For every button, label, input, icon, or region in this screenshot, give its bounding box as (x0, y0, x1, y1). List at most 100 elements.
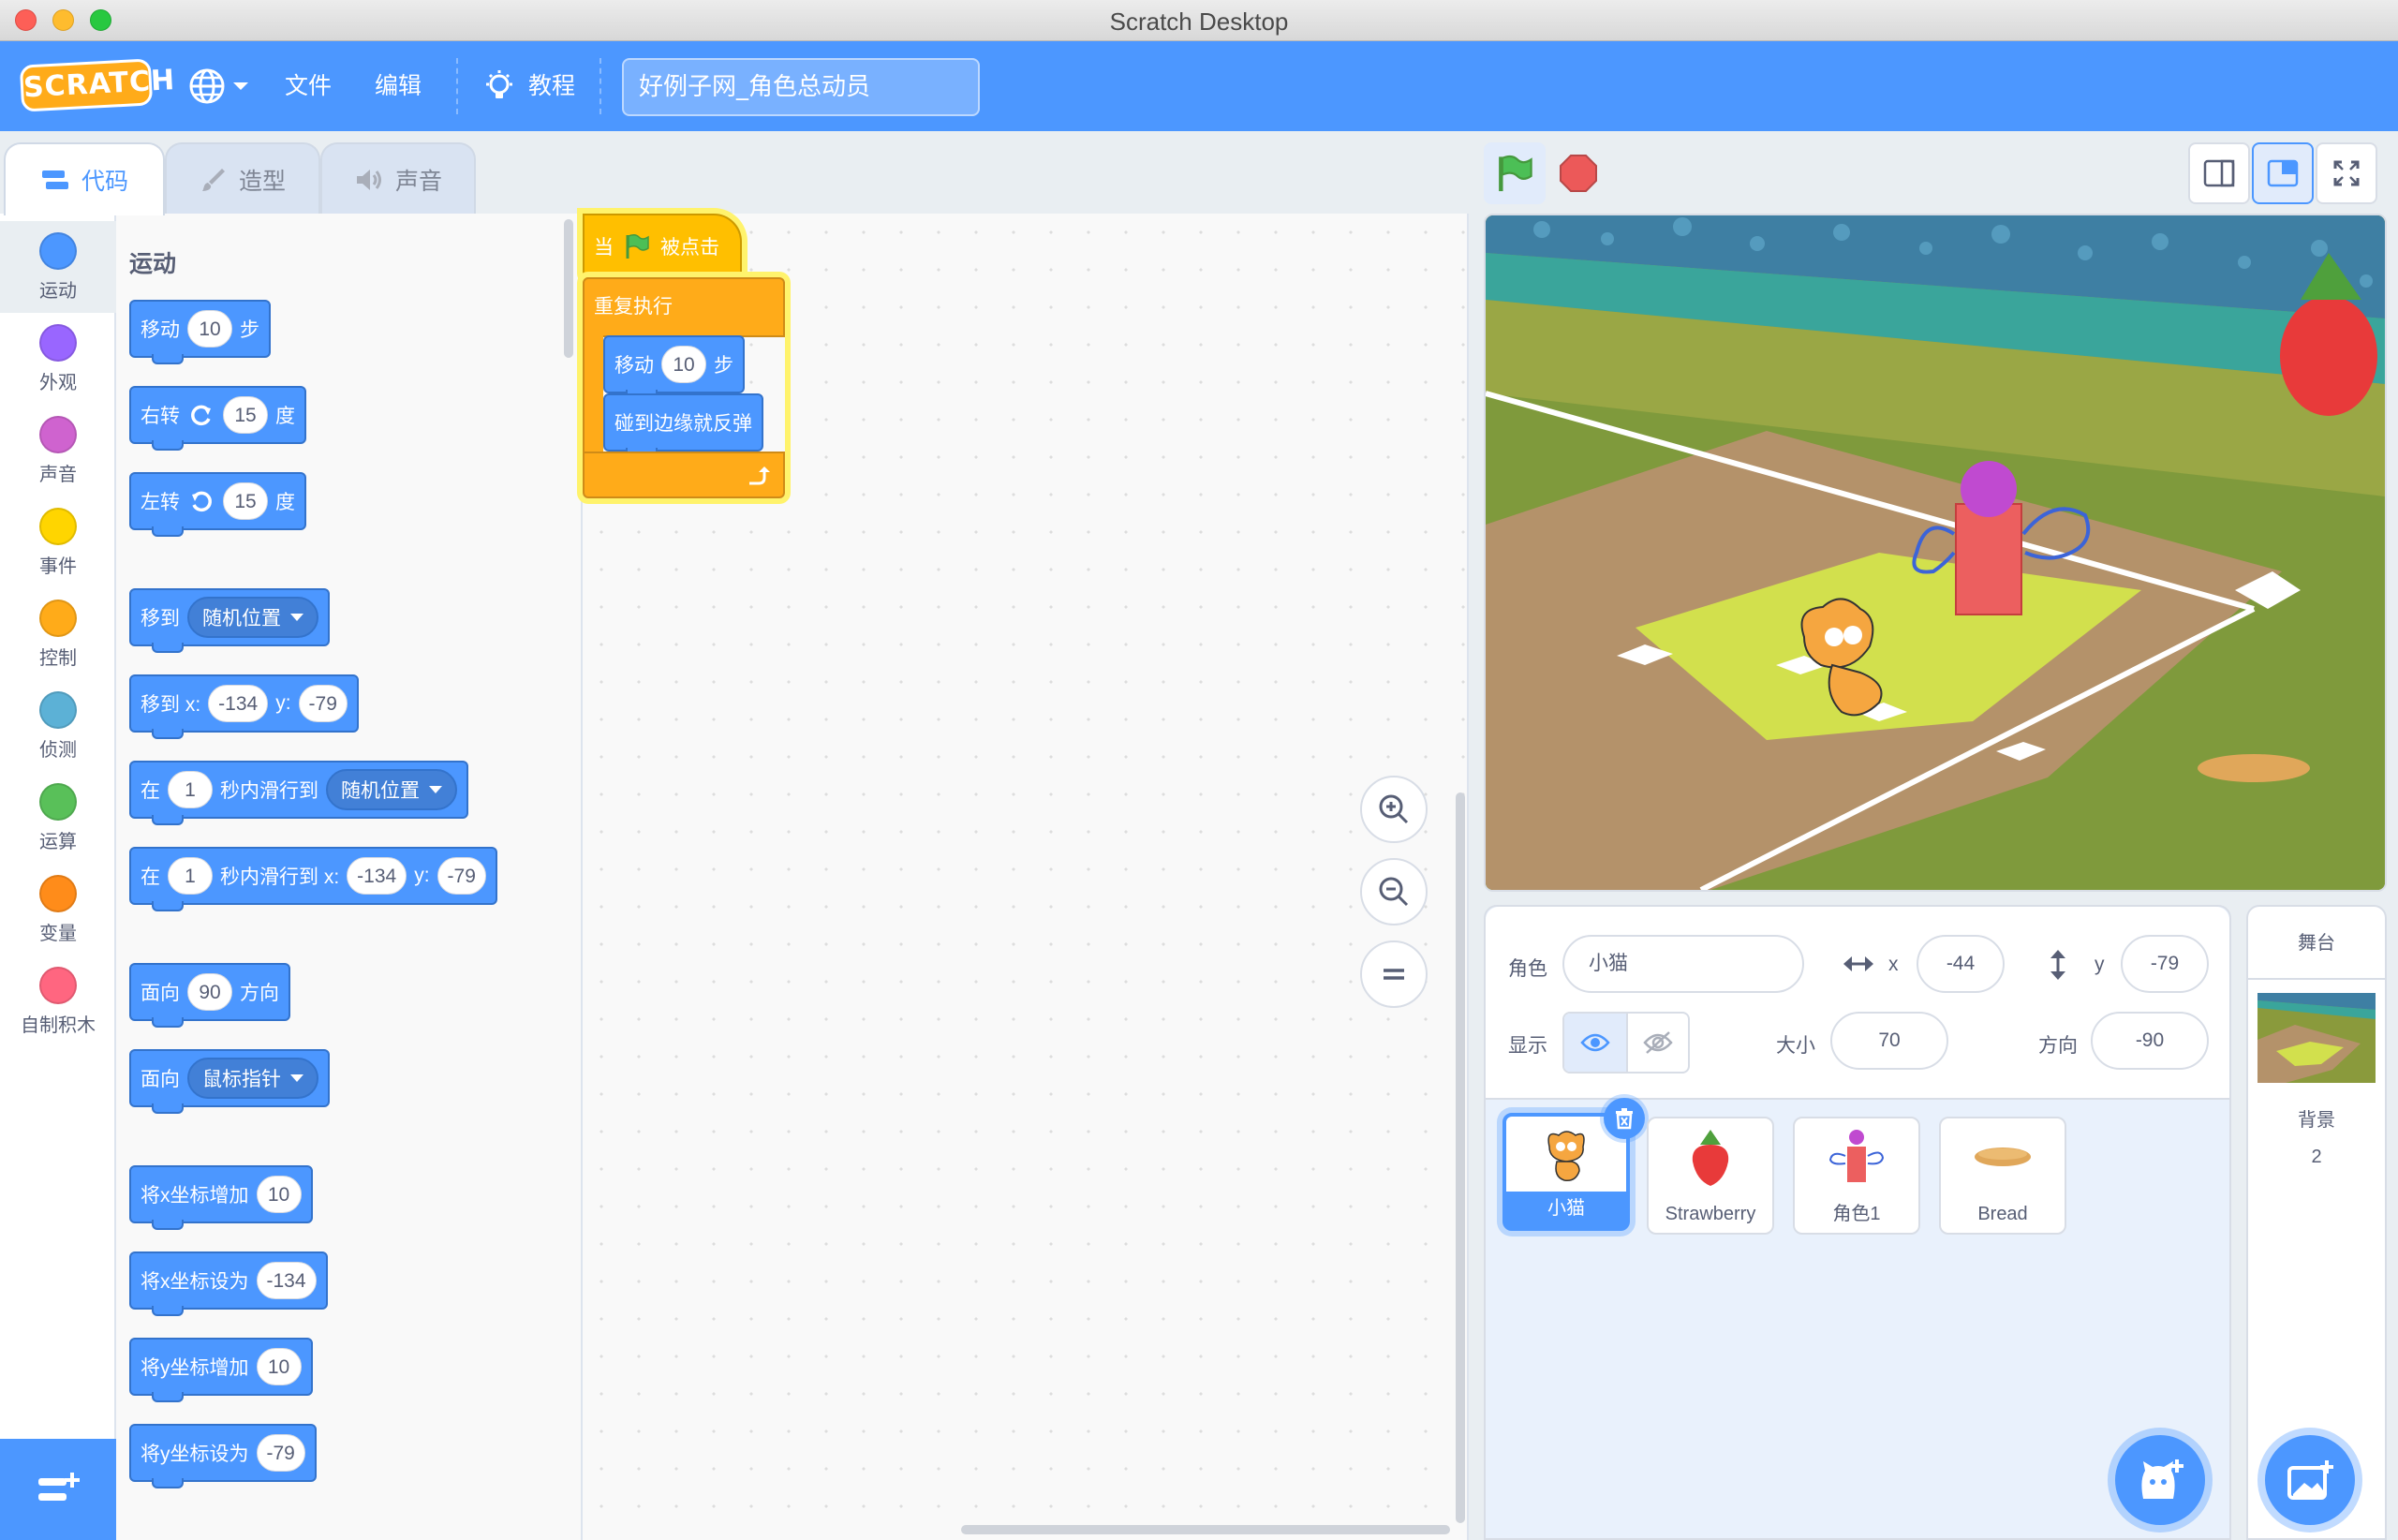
block-change-y[interactable]: 将y坐标增加 10 (129, 1338, 313, 1402)
target-dropdown[interactable]: 随机位置 (326, 769, 457, 810)
x-input[interactable]: -134 (208, 685, 269, 722)
block-go-to-xy[interactable]: 移到 x: -134 y: -79 (129, 674, 359, 739)
block-text: 步 (714, 355, 733, 377)
y-input[interactable]: -79 (298, 685, 348, 722)
stage-selector[interactable]: 舞台 背景 2 (2246, 905, 2387, 1540)
project-title-input[interactable]: 好例子网_角色总动员 (622, 58, 980, 116)
category-control[interactable]: 控制 (0, 588, 116, 680)
category-events[interactable]: 事件 (0, 496, 116, 588)
delete-sprite-button[interactable] (1604, 1098, 1645, 1139)
forever-arm (583, 335, 603, 452)
choose-sprite-button[interactable] (2115, 1435, 2205, 1525)
zoom-out-icon (1379, 877, 1409, 907)
block-glide-to-xy[interactable]: 在 1 秒内滑行到 x: -134 y: -79 (129, 847, 497, 911)
hide-button[interactable] (1626, 1014, 1688, 1072)
category-variables[interactable]: 变量 (0, 864, 116, 955)
language-menu[interactable] (187, 41, 249, 131)
category-label: 外观 (39, 373, 77, 393)
sprite-tile-bread[interactable]: Bread (1939, 1117, 2066, 1235)
block-set-y[interactable]: 将y坐标设为 -79 (129, 1424, 317, 1488)
x-input[interactable]: -134 (347, 857, 407, 895)
stage-selector-title: 舞台 (2248, 907, 2385, 980)
y-input[interactable]: -79 (256, 1434, 305, 1472)
visibility-toggle (1562, 1012, 1690, 1074)
show-button[interactable] (1564, 1014, 1626, 1072)
script-move-steps-block[interactable]: 移动 10 步 (603, 335, 745, 400)
zoom-reset-button[interactable] (1360, 940, 1428, 1008)
block-set-x[interactable]: 将x坐标设为 -134 (129, 1251, 328, 1316)
script-vertical-scrollbar[interactable] (1456, 792, 1465, 1523)
zoom-out-button[interactable] (1360, 858, 1428, 925)
degrees-input[interactable]: 15 (223, 482, 268, 520)
block-glide-to[interactable]: 在 1 秒内滑行到 随机位置 (129, 761, 468, 825)
category-motion[interactable]: 运动 (0, 221, 116, 313)
menu-bar: SCRATCH 文件 编辑 教程 好例子网_角色总动员 (0, 41, 2398, 131)
block-change-x[interactable]: 将x坐标增加 10 (129, 1165, 313, 1230)
dx-input[interactable]: 10 (256, 1176, 302, 1213)
edit-menu[interactable]: 编辑 (375, 41, 422, 131)
normal-stage-button[interactable] (2252, 142, 2314, 204)
size-input[interactable]: 70 (1830, 1012, 1948, 1070)
menu-divider (456, 58, 458, 114)
block-text: 度 (275, 406, 295, 427)
add-backdrop-icon (2287, 1460, 2333, 1500)
seconds-input[interactable]: 1 (168, 857, 213, 895)
forever-block[interactable]: 重复执行 移动 10 步 碰到边缘就反弹 (583, 277, 785, 498)
sprite-tile-cat[interactable]: 小猫 (1502, 1098, 1645, 1231)
sprite-name-input[interactable]: 小猫 (1562, 935, 1804, 993)
direction-input[interactable]: -90 (2091, 1012, 2209, 1070)
category-sensing[interactable]: 侦测 (0, 680, 116, 772)
steps-input[interactable]: 10 (661, 346, 706, 383)
green-flag-icon (1499, 155, 1532, 192)
x-input[interactable]: -134 (256, 1262, 317, 1299)
tab-costumes[interactable]: 造型 (165, 142, 320, 215)
category-looks[interactable]: 外观 (0, 313, 116, 405)
extension-icon (38, 1473, 80, 1501)
steps-input[interactable]: 10 (187, 310, 232, 348)
towards-dropdown[interactable]: 鼠标指针 (187, 1058, 318, 1099)
script-bounce-block[interactable]: 碰到边缘就反弹 (603, 393, 763, 458)
direction-input[interactable]: 90 (187, 973, 232, 1011)
tutorials-menu[interactable]: 教程 (481, 41, 575, 131)
dropdown-value: 随机位置 (341, 780, 420, 802)
block-turn-left[interactable]: 左转 15 度 (129, 472, 306, 537)
script-horizontal-scrollbar[interactable] (961, 1525, 1450, 1534)
file-menu[interactable]: 文件 (285, 41, 332, 131)
palette-scrollbar[interactable] (564, 219, 573, 358)
y-input[interactable]: -79 (2121, 935, 2209, 993)
fullscreen-button[interactable] (2316, 142, 2377, 204)
x-input[interactable]: -44 (1917, 935, 2005, 993)
dy-input[interactable]: 10 (256, 1348, 302, 1385)
tab-sounds[interactable]: 声音 (320, 142, 476, 215)
when-flag-clicked-block[interactable]: 当 被点击 (583, 214, 742, 279)
seconds-input[interactable]: 1 (168, 771, 213, 808)
sprite-tile-character1[interactable]: 角色1 (1793, 1117, 1920, 1235)
degrees-input[interactable]: 15 (223, 396, 268, 434)
category-label: 运算 (39, 832, 77, 852)
block-point-in-direction[interactable]: 面向 90 方向 (129, 963, 290, 1028)
choose-backdrop-button[interactable] (2265, 1435, 2355, 1525)
target-dropdown[interactable]: 随机位置 (187, 597, 318, 638)
sprite-tile-strawberry[interactable]: Strawberry (1647, 1117, 1774, 1235)
category-operators[interactable]: 运算 (0, 772, 116, 864)
block-go-to[interactable]: 移到 随机位置 (129, 588, 330, 653)
looks-color-dot (39, 324, 77, 362)
green-flag-icon (626, 233, 649, 259)
green-flag-button[interactable] (1484, 142, 1546, 204)
block-turn-right[interactable]: 右转 15 度 (129, 386, 306, 451)
stage-canvas[interactable] (1484, 214, 2387, 892)
tab-code[interactable]: 代码 (4, 142, 165, 215)
category-label: 运动 (39, 281, 77, 302)
category-my-blocks[interactable]: 自制积木 (0, 955, 116, 1047)
block-point-towards[interactable]: 面向 鼠标指针 (129, 1049, 330, 1114)
category-sound[interactable]: 声音 (0, 405, 116, 496)
y-input[interactable]: -79 (437, 857, 486, 895)
add-extension-button[interactable] (0, 1439, 116, 1540)
zoom-in-button[interactable] (1360, 776, 1428, 843)
small-stage-button[interactable] (2188, 142, 2250, 204)
stop-button[interactable] (1547, 142, 1609, 204)
scratch-logo[interactable]: SCRATCH (19, 58, 176, 112)
script-area[interactable]: 当 被点击 重复执行 移动 10 步 碰到边缘就反弹 (583, 214, 1469, 1540)
block-text: y: (414, 865, 430, 886)
block-move-steps[interactable]: 移动 10 步 (129, 300, 271, 364)
